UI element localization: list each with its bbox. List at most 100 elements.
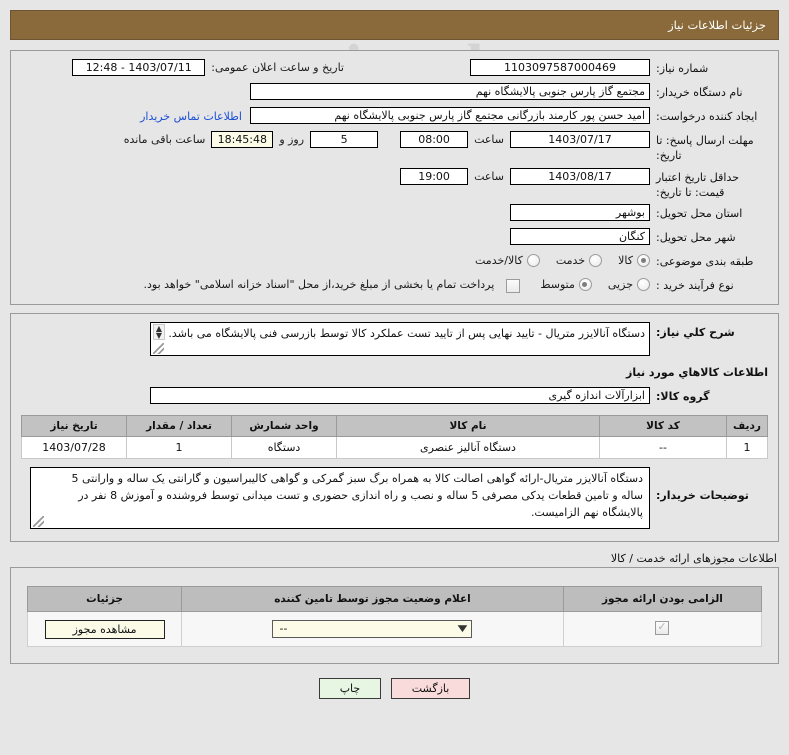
goods-col-date: تاریخ نیاز (21, 415, 127, 438)
process-type-label: نوع فرآیند خرید : (656, 279, 734, 293)
need-number-label: شماره نیاز: (656, 62, 709, 75)
table-row: ▼ -- مشاهده مجوز (26, 611, 763, 648)
chevron-down-icon: ▼ (457, 624, 467, 635)
goods-group-label: گروه کالا: (656, 390, 710, 404)
goods-col-index: ردیف (726, 415, 768, 438)
scroll-spinner-icon[interactable]: ▲ ▼ (153, 324, 165, 341)
goods-col-quantity: تعداد / مقدار (126, 415, 232, 438)
row-buyer-notes: توضیحات خریدار: دستگاه آنالایزر متریال-ا… (21, 467, 768, 530)
row-requester: ایجاد کننده درخواست: امید حسن پور کارمند… (21, 107, 768, 127)
license-required-checkbox (655, 620, 670, 635)
back-button[interactable]: بازگشت (390, 678, 471, 700)
row-city: شهر محل تحویل: کنگان (21, 228, 768, 248)
row-province: استان محل تحویل: بوشهر (21, 204, 768, 224)
license-status-select[interactable]: ▼ -- (272, 620, 473, 639)
buyer-org-field[interactable]: مجتمع گاز پارس جنوبی پالایشگاه نهم (250, 83, 650, 100)
radio-process-medium-label: متوسط (540, 278, 575, 292)
print-button[interactable]: چاپ (318, 678, 382, 700)
license-panel: الزامی بودن ارائه مجوز اعلام وضعیت مجوز … (10, 567, 779, 665)
license-status-value: -- (279, 622, 288, 636)
license-table: الزامی بودن ارائه مجوز اعلام وضعیت مجوز … (26, 586, 763, 648)
license-col-details: جزئیات (26, 586, 183, 613)
license-table-header-row: الزامی بودن ارائه مجوز اعلام وضعیت مجوز … (26, 586, 763, 613)
category-label: طبقه بندی موضوعی: (656, 255, 754, 269)
resize-grip-icon[interactable] (153, 343, 164, 355)
buyer-contact-link[interactable]: اطلاعات تماس خریدار (140, 107, 242, 123)
buyer-notes-label: توضیحات خریدار: (656, 489, 749, 503)
reply-deadline-time-field[interactable]: 08:00 (400, 131, 469, 148)
goods-col-code: کد کالا (599, 415, 727, 438)
requester-field[interactable]: امید حسن پور کارمند بازرگانی مجتمع گاز پ… (250, 107, 650, 124)
radio-process-minor[interactable] (637, 278, 650, 292)
need-description-text: دستگاه آنالایزر متریال - تایید نهایی پس … (168, 327, 645, 341)
requester-label: ایجاد کننده درخواست: (656, 110, 758, 123)
radio-category-service-label: خدمت (555, 254, 586, 268)
category-radio-group: کالا خدمت کالا/خدمت (475, 252, 650, 268)
row-need-number: شماره نیاز: 1103097587000469 تاریخ و ساع… (21, 59, 768, 79)
radio-category-goods-service[interactable] (526, 254, 540, 268)
goods-panel: شرح کلي نياز: ▲ ▼ دستگاه آنالایزر متریال … (10, 313, 779, 543)
city-field[interactable]: کنگان (510, 228, 650, 246)
goods-table: ردیف کد کالا نام کالا واحد شمارش تعداد /… (21, 415, 768, 460)
remaining-clock-field: 18:45:48 (211, 131, 274, 148)
treasury-bond-checkbox[interactable] (506, 279, 521, 294)
buyer-org-label: نام دستگاه خریدار: (656, 86, 743, 99)
days-and-label: روز و (279, 133, 305, 146)
radio-process-medium[interactable] (578, 278, 592, 292)
goods-table-header-row: ردیف کد کالا نام کالا واحد شمارش تعداد /… (21, 415, 768, 438)
license-cell-details: مشاهده مجوز (26, 611, 183, 648)
page-title: جزئیات اطلاعات نیاز (10, 10, 779, 40)
radio-category-service[interactable] (589, 254, 603, 268)
remaining-suffix-label: ساعت باقی مانده (123, 133, 206, 146)
goods-group-field[interactable]: ابزارآلات اندازه گیری (150, 387, 650, 405)
price-validity-time-field[interactable]: 19:00 (400, 167, 469, 185)
goods-cell-unit: دستگاه (231, 436, 337, 460)
process-type-radio-group: جزیی متوسط (540, 276, 650, 292)
province-field[interactable]: بوشهر (510, 204, 650, 222)
view-license-button[interactable]: مشاهده مجوز (44, 619, 165, 639)
row-need-description: شرح کلي نياز: ▲ ▼ دستگاه آنالایزر متریال … (21, 322, 768, 357)
row-buyer-org: نام دستگاه خریدار: مجتمع گاز پارس جنوبی … (21, 83, 768, 103)
reply-deadline-label: مهلت ارسال پاسخ: تا تاریخ: (656, 134, 754, 162)
province-label: استان محل تحویل: (656, 207, 743, 221)
buyer-notes-textarea[interactable]: دستگاه آنالایزر متریال-ارائه گواهی اصالت… (30, 467, 650, 530)
need-description-textarea[interactable]: ▲ ▼ دستگاه آنالایزر متریال - تایید نهایی … (150, 322, 650, 357)
radio-category-goods[interactable] (637, 254, 650, 268)
license-cell-required (562, 611, 763, 648)
announce-datetime-field[interactable]: 1403/07/11 - 12:48 (72, 59, 206, 76)
radio-category-goods-label: کالا (618, 254, 633, 268)
buyer-notes-text: دستگاه آنالایزر متریال-ارائه گواهی اصالت… (71, 472, 643, 520)
license-col-status: اعلام وضعیت مجوز توسط تامین کننده (181, 586, 564, 613)
goods-section-heading: اطلاعات کالاهاي مورد نياز (626, 366, 768, 380)
goods-cell-date: 1403/07/28 (21, 436, 127, 460)
row-price-validity: حداقل تاریخ اعتبار قیمت: تا تاریخ: 1403/… (21, 167, 768, 201)
row-reply-deadline: مهلت ارسال پاسخ: تا تاریخ: 1403/07/17 سا… (21, 131, 768, 164)
goods-col-unit: واحد شمارش (231, 415, 337, 438)
license-col-required: الزامی بودن ارائه مجوز (562, 586, 763, 613)
row-process-type: نوع فرآیند خرید : جزیی متوسط پرداخت تمام… (21, 276, 768, 296)
price-validity-date-field[interactable]: 1403/08/17 (510, 167, 650, 185)
goods-col-name: نام کالا (336, 415, 600, 438)
goods-cell-quantity: 1 (126, 436, 232, 460)
table-row: 1 -- دستگاه آنالیز عنصری دستگاه 1 1403/0… (21, 436, 768, 460)
page-title-text: جزئیات اطلاعات نیاز (668, 18, 766, 32)
row-goods-group: گروه کالا: ابزارآلات اندازه گیری (21, 387, 768, 407)
page-root: جزئیات اطلاعات نیاز شماره نیاز: 11030975… (0, 10, 789, 700)
remaining-days-field: 5 (310, 131, 379, 148)
price-validity-time-label: ساعت (474, 169, 504, 183)
goods-cell-code: -- (599, 436, 727, 460)
treasury-bond-note: پرداخت تمام یا بخشی از مبلغ خرید،از محل … (143, 278, 495, 292)
city-label: شهر محل تحویل: (656, 231, 736, 245)
resize-grip-icon-notes[interactable] (33, 516, 44, 528)
need-description-label: شرح کلي نياز: (656, 326, 735, 340)
goods-cell-index: 1 (726, 436, 768, 460)
goods-cell-name: دستگاه آنالیز عنصری (336, 436, 600, 460)
reply-time-label: ساعت (474, 133, 504, 146)
license-cell-status: ▼ -- (181, 611, 564, 648)
reply-deadline-date-field[interactable]: 1403/07/17 (510, 131, 650, 148)
need-number-field[interactable]: 1103097587000469 (470, 59, 650, 76)
announce-datetime-label: تاریخ و ساعت اعلان عمومی: (211, 61, 344, 74)
radio-category-goods-service-label: کالا/خدمت (475, 254, 523, 268)
price-validity-label: حداقل تاریخ اعتبار قیمت: تا تاریخ: (656, 170, 740, 199)
radio-process-minor-label: جزیی (607, 278, 633, 292)
